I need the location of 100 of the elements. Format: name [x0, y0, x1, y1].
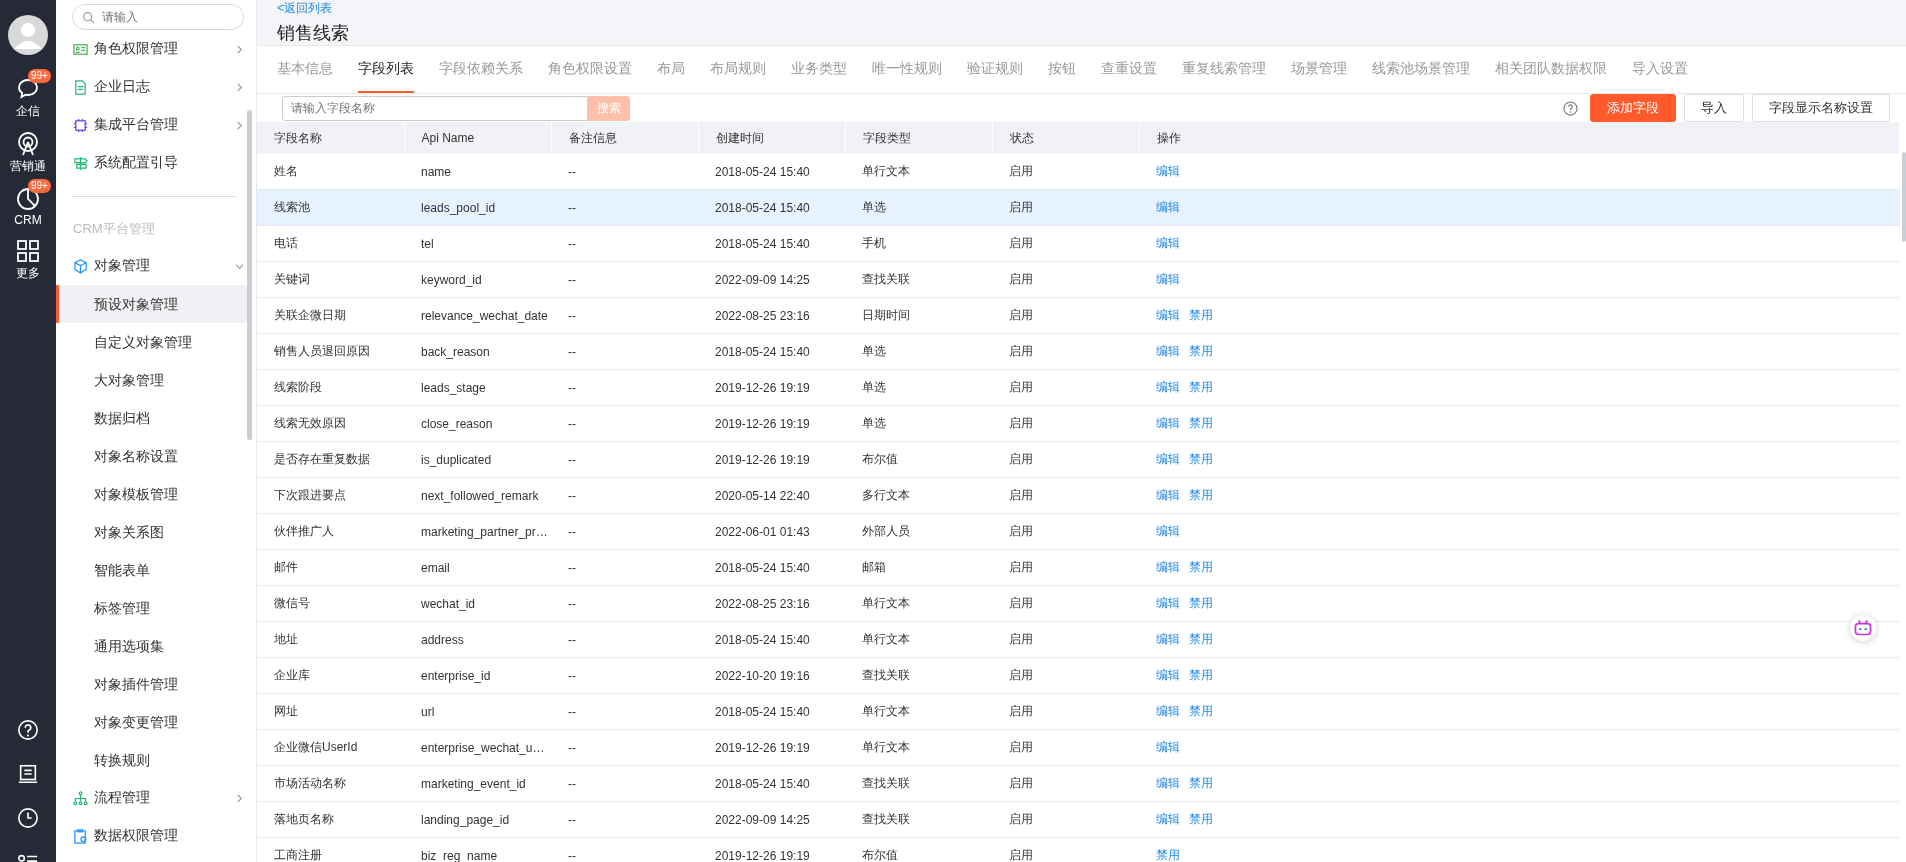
- table-row[interactable]: 关联企微日期 relevance_wechat_date -- 2022-08-25 23:16 日期时间 启用 编辑 禁用: [257, 297, 1900, 334]
- rail-app-item[interactable]: CRM 99+: [0, 179, 56, 227]
- nav-item[interactable]: 流程管理: [56, 779, 256, 817]
- action-link[interactable]: 编辑: [1156, 632, 1180, 646]
- action-link[interactable]: 禁用: [1189, 560, 1213, 574]
- search-field[interactable]: 请输入字段名称: [282, 95, 588, 121]
- action-link[interactable]: 禁用: [1189, 632, 1213, 646]
- action-link[interactable]: 编辑: [1156, 452, 1180, 466]
- action-link[interactable]: 编辑: [1156, 200, 1180, 214]
- tab[interactable]: 角色权限设置: [548, 46, 632, 93]
- action-link[interactable]: 禁用: [1189, 308, 1213, 322]
- action-link[interactable]: 禁用: [1189, 452, 1213, 466]
- nav-subitem[interactable]: 对象关系图: [56, 513, 256, 551]
- action-link[interactable]: 禁用: [1189, 344, 1213, 358]
- table-row[interactable]: 企业库 enterprise_id -- 2022-10-20 19:16 查找关联 启用 编辑 禁用: [257, 657, 1900, 694]
- tab[interactable]: 重复线索管理: [1182, 46, 1266, 93]
- action-link[interactable]: 编辑: [1156, 704, 1180, 718]
- table-row[interactable]: 市场活动名称 marketing_event_id -- 2018-05-24 15:40 查找关联 启用 编辑 禁用: [257, 765, 1900, 802]
- nav-subitem[interactable]: 标签管理: [56, 589, 256, 627]
- table-row[interactable]: 线索阶段 leads_stage -- 2019-12-26 19:19 单选 启用 编辑 禁用: [257, 369, 1900, 406]
- tab[interactable]: 相关团队数据权限: [1495, 46, 1607, 93]
- nav-subitem[interactable]: 对象变更管理: [56, 703, 256, 741]
- table-row[interactable]: 线索池 leads_pool_id -- 2018-05-24 15:40 单选 启用 编辑: [257, 189, 1900, 226]
- nav-subitem[interactable]: 数据归档: [56, 399, 256, 437]
- action-link[interactable]: 禁用: [1189, 812, 1213, 826]
- table-row[interactable]: 落地页名称 landing_page_id -- 2022-09-09 14:25 查找关联 启用 编辑 禁用: [257, 801, 1900, 838]
- table-row[interactable]: 是否存在重复数据 is_duplicated -- 2019-12-26 19:19 布尔值 启用 编辑 禁用: [257, 441, 1900, 478]
- rail-app-item[interactable]: 营销通: [0, 124, 56, 175]
- table-row[interactable]: 电话 tel -- 2018-05-24 15:40 手机 启用 编辑: [257, 225, 1900, 262]
- clock-icon[interactable]: [17, 807, 39, 829]
- tab[interactable]: 线索池场景管理: [1372, 46, 1470, 93]
- table-row[interactable]: 姓名 name -- 2018-05-24 15:40 单行文本 启用 编辑: [257, 154, 1900, 190]
- table-row[interactable]: 企业微信UserId enterprise_wechat_u… -- 2019-12-26 19:19 单行文本 启用 编辑: [257, 729, 1900, 766]
- tab[interactable]: 布局规则: [710, 46, 766, 93]
- tab[interactable]: 唯一性规则: [872, 46, 942, 93]
- document-icon[interactable]: [17, 763, 39, 785]
- rail-app-item[interactable]: 更多: [0, 231, 56, 282]
- nav-subitem[interactable]: 对象模板管理: [56, 475, 256, 513]
- tab[interactable]: 布局: [657, 46, 685, 93]
- avatar-icon[interactable]: [8, 15, 48, 55]
- action-link[interactable]: 禁用: [1189, 776, 1213, 790]
- nav-subitem[interactable]: 预设对象管理: [56, 285, 248, 323]
- search-field[interactable]: 请输入: [72, 4, 244, 30]
- action-link[interactable]: 编辑: [1156, 812, 1180, 826]
- tab[interactable]: 导入设置: [1632, 46, 1688, 93]
- action-link[interactable]: 禁用: [1189, 380, 1213, 394]
- table-row[interactable]: 伙伴推广人 marketing_partner_pr… -- 2022-06-01 01:43 外部人员 启用 编辑: [257, 513, 1900, 550]
- table-row[interactable]: 网址 url -- 2018-05-24 15:40 单行文本 启用 编辑 禁用: [257, 693, 1900, 730]
- nav-subitem[interactable]: 转换规则: [56, 741, 256, 779]
- tab[interactable]: 业务类型: [791, 46, 847, 93]
- action-link[interactable]: 编辑: [1156, 164, 1180, 178]
- nav-item[interactable]: 角色权限管理: [56, 30, 256, 68]
- action-link[interactable]: 编辑: [1156, 416, 1180, 430]
- action-link[interactable]: 禁用: [1189, 668, 1213, 682]
- table-row[interactable]: 微信号 wechat_id -- 2022-08-25 23:16 单行文本 启用 编辑 禁用: [257, 585, 1900, 622]
- action-link[interactable]: 编辑: [1156, 776, 1180, 790]
- table-row[interactable]: 工商注册 biz_reg_name -- 2019-12-26 19:19 布尔值 启用 禁用: [257, 837, 1900, 862]
- table-row[interactable]: 线索无效原因 close_reason -- 2019-12-26 19:19 单选 启用 编辑 禁用: [257, 405, 1900, 442]
- nav-subitem[interactable]: 通用选项集: [56, 627, 256, 665]
- action-link[interactable]: 编辑: [1156, 668, 1180, 682]
- action-link[interactable]: 编辑: [1156, 272, 1180, 286]
- action-link[interactable]: 编辑: [1156, 740, 1180, 754]
- nav-item[interactable]: 系统配置引导: [56, 144, 256, 182]
- table-row[interactable]: 关键词 keyword_id -- 2022-09-09 14:25 查找关联 启用 编辑: [257, 261, 1900, 298]
- action-link[interactable]: 禁用: [1189, 704, 1213, 718]
- nav-subitem[interactable]: 自定义对象管理: [56, 323, 256, 361]
- action-link[interactable]: 编辑: [1156, 488, 1180, 502]
- table-row[interactable]: 下次跟进要点 next_followed_remark -- 2020-05-14 22:40 多行文本 启用 编辑 禁用: [257, 477, 1900, 514]
- tab[interactable]: 字段依赖关系: [439, 46, 523, 93]
- action-link[interactable]: 编辑: [1156, 236, 1180, 250]
- tab[interactable]: 按钮: [1048, 46, 1076, 93]
- action-link[interactable]: 禁用: [1156, 848, 1180, 862]
- action-link[interactable]: 编辑: [1156, 380, 1180, 394]
- action-link[interactable]: 禁用: [1189, 488, 1213, 502]
- action-button[interactable]: 导入: [1684, 94, 1744, 122]
- table-row[interactable]: 邮件 email -- 2018-05-24 15:40 邮箱 启用 编辑 禁用: [257, 549, 1900, 586]
- nav-subitem[interactable]: 大对象管理: [56, 361, 256, 399]
- nav-group[interactable]: 对象管理: [56, 247, 256, 285]
- action-link[interactable]: 编辑: [1156, 596, 1180, 610]
- action-link[interactable]: 禁用: [1189, 596, 1213, 610]
- table-row[interactable]: 销售人员退回原因 back_reason -- 2018-05-24 15:40 单选 启用 编辑 禁用: [257, 333, 1900, 370]
- back-link[interactable]: <返回列表: [277, 0, 1906, 17]
- tab[interactable]: 查重设置: [1101, 46, 1157, 93]
- nav-item[interactable]: 企业日志: [56, 68, 256, 106]
- action-button[interactable]: 添加字段: [1590, 94, 1676, 122]
- nav-item[interactable]: 集成平台管理: [56, 106, 256, 144]
- action-link[interactable]: 编辑: [1156, 308, 1180, 322]
- tab[interactable]: 场景管理: [1291, 46, 1347, 93]
- rail-app-item[interactable]: 企信 99+: [0, 69, 56, 120]
- action-link[interactable]: 编辑: [1156, 344, 1180, 358]
- tab[interactable]: 字段列表: [358, 46, 414, 93]
- tab[interactable]: 验证规则: [967, 46, 1023, 93]
- nav-subitem[interactable]: 智能表单: [56, 551, 256, 589]
- action-link[interactable]: 编辑: [1156, 560, 1180, 574]
- action-button[interactable]: 字段显示名称设置: [1752, 94, 1890, 122]
- action-link[interactable]: 编辑: [1156, 524, 1180, 538]
- scrollbar[interactable]: [1902, 152, 1906, 242]
- nav-item[interactable]: 数据权限管理: [56, 817, 256, 855]
- nav-subitem[interactable]: 对象插件管理: [56, 665, 256, 703]
- action-link[interactable]: 禁用: [1189, 416, 1213, 430]
